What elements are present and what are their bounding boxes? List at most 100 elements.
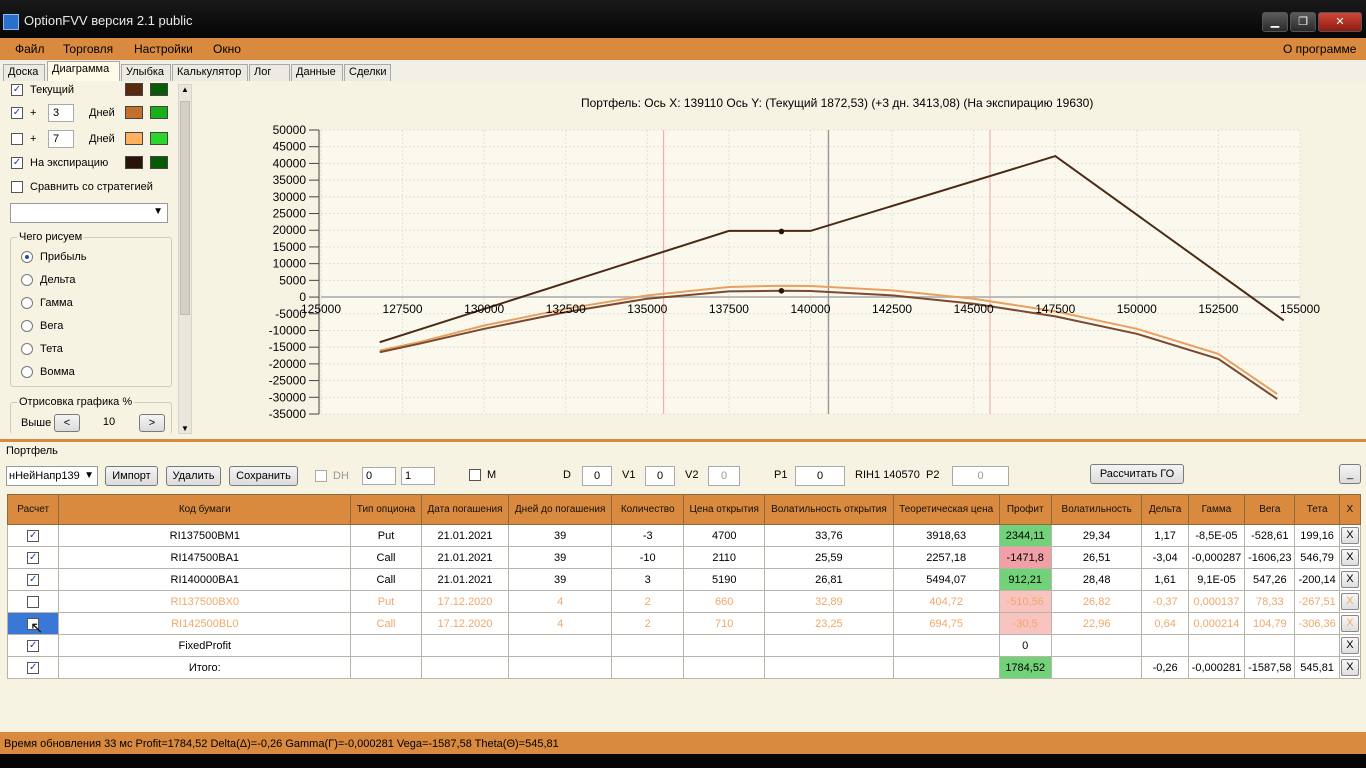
delete-row-button[interactable]: X (1340, 593, 1359, 610)
menu-about[interactable]: О программе (1283, 42, 1356, 56)
plus3-days-input[interactable]: 3 (48, 104, 74, 122)
tab-smile[interactable]: Улыбка (121, 64, 171, 81)
delete-row-button[interactable]: X (1340, 549, 1359, 566)
minimize-button[interactable]: ▁ (1262, 12, 1288, 32)
menu-file[interactable]: Файл (15, 42, 45, 56)
strategy-select[interactable]: ▼ (10, 203, 168, 223)
m-checkbox[interactable] (469, 469, 481, 481)
calc-margin-button[interactable]: Рассчитать ГО (1090, 464, 1184, 484)
column-header[interactable]: Расчет (6, 494, 60, 525)
spin2-input[interactable]: 1 (401, 467, 435, 485)
delete-row-button[interactable]: X (1340, 659, 1359, 676)
p1-input[interactable]: 0 (795, 466, 845, 486)
portfolio-select[interactable]: нНейНапр139 ▼ (6, 466, 98, 486)
dh-checkbox[interactable] (315, 470, 327, 482)
current-checkbox[interactable]: ✓ (11, 84, 23, 96)
d-input[interactable]: 0 (582, 466, 612, 486)
plus3-delta-color-swatch[interactable] (150, 106, 168, 119)
plus7-days-input[interactable]: 7 (48, 130, 74, 148)
row-calc-checkbox[interactable]: ✓ (27, 573, 40, 586)
table-row[interactable]: RI137500BX0 Put 17.12.2020 4 2 660 32,89 404,72… (6, 590, 1362, 613)
v1-input[interactable]: 0 (645, 466, 675, 486)
column-header[interactable]: Тета (1294, 494, 1340, 525)
delete-button[interactable]: Удалить (166, 466, 221, 486)
render-increase-button[interactable]: > (139, 414, 165, 432)
expiry-delta-color-swatch[interactable] (150, 156, 168, 169)
plus3-checkbox[interactable]: ✓ (11, 107, 23, 119)
delete-row-button[interactable]: X (1340, 637, 1359, 654)
scroll-down-icon[interactable]: ▼ (181, 424, 189, 433)
delete-row-button[interactable]: X (1340, 615, 1359, 632)
cell-delta (1141, 634, 1189, 657)
table-row[interactable]: ✓ Итого: 1784,52 -0,26 -0,000281 -1587,58 545,… (6, 656, 1362, 679)
column-header[interactable]: Дельта (1141, 494, 1189, 525)
cell-gamma: -0,000287 (1187, 546, 1246, 569)
plus3-color-swatch[interactable] (125, 106, 143, 119)
delete-row-button[interactable]: X (1340, 527, 1359, 544)
expiry-color-swatch[interactable] (125, 156, 143, 169)
radio-gamma[interactable] (21, 297, 33, 309)
tab-log[interactable]: Лог (249, 64, 290, 81)
plus7-checkbox[interactable] (11, 133, 23, 145)
tab-board[interactable]: Доска (3, 64, 45, 81)
table-row[interactable]: ✓ RI137500BM1 Put 21.01.2021 39 -3 4700 33,76 39… (6, 524, 1362, 547)
radio-delta[interactable] (21, 274, 33, 286)
column-header[interactable]: Профит (998, 494, 1052, 525)
settings-scrollbar[interactable]: ▲ ▼ (178, 84, 192, 434)
table-row[interactable]: RI142500BL0 Call 17.12.2020 4 2 710 23,25 694,7… (6, 612, 1362, 635)
radio-profit[interactable] (21, 251, 33, 263)
radio-vomma[interactable] (21, 366, 33, 378)
save-button[interactable]: Сохранить (229, 466, 298, 486)
column-header[interactable]: Количество (610, 494, 685, 525)
row-calc-checkbox[interactable]: ✓ (27, 529, 40, 542)
cell-code: Итого: (58, 656, 352, 679)
radio-vega[interactable] (21, 320, 33, 332)
tab-calculator[interactable]: Калькулятор (172, 64, 248, 81)
menu-trade[interactable]: Торговля (63, 42, 113, 56)
v2-input[interactable]: 0 (708, 466, 740, 486)
p2-input[interactable]: 0 (952, 466, 1009, 486)
plus7-color-swatch[interactable] (125, 132, 143, 145)
row-calc-checkbox[interactable]: ✓ (27, 661, 40, 674)
spin1-input[interactable]: 0 (362, 467, 396, 485)
plus7-delta-color-swatch[interactable] (150, 132, 168, 145)
scroll-up-icon[interactable]: ▲ (181, 85, 189, 94)
render-decrease-button[interactable]: < (54, 414, 80, 432)
collapse-button[interactable]: _ (1339, 464, 1361, 484)
render-value[interactable]: 10 (88, 414, 130, 432)
menu-settings[interactable]: Настройки (134, 42, 193, 56)
column-header[interactable]: Код бумаги (58, 494, 352, 525)
column-header[interactable]: Цена открытия (683, 494, 765, 525)
current-color-swatch[interactable] (125, 83, 143, 96)
column-header[interactable]: Гамма (1187, 494, 1246, 525)
tab-data[interactable]: Данные (291, 64, 343, 81)
current-delta-color-swatch[interactable] (150, 83, 168, 96)
row-calc-checkbox[interactable]: ✓ (27, 551, 40, 564)
y-tick-label: -15000 (269, 340, 307, 354)
import-button[interactable]: Импорт (105, 466, 158, 486)
compare-checkbox[interactable] (11, 181, 23, 193)
column-header[interactable]: X (1338, 494, 1362, 525)
column-header[interactable]: Волатильность (1050, 494, 1143, 525)
row-calc-checkbox[interactable]: ✓ (27, 639, 40, 652)
cell-type (350, 634, 422, 657)
column-header[interactable]: Дней до погашения (508, 494, 612, 525)
column-header[interactable]: Тип опциона (350, 494, 422, 525)
table-row[interactable]: ✓ FixedProfit 0 X (6, 634, 1362, 657)
column-header[interactable]: Дата погашения (420, 494, 510, 525)
table-row[interactable]: ✓ RI140000BA1 Call 21.01.2021 39 3 5190 26,81 54… (6, 568, 1362, 591)
table-row[interactable]: ✓ RI147500BA1 Call 21.01.2021 39 -10 2110 25,59… (6, 546, 1362, 569)
column-header[interactable]: Вега (1244, 494, 1296, 525)
delete-row-button[interactable]: X (1340, 571, 1359, 588)
expiry-checkbox[interactable]: ✓ (11, 157, 23, 169)
tab-deals[interactable]: Сделки (344, 64, 391, 81)
menu-window[interactable]: Окно (213, 42, 241, 56)
row-calc-checkbox[interactable] (27, 595, 40, 608)
maximize-button[interactable]: ❐ (1290, 12, 1316, 32)
tab-diagram[interactable]: Диаграмма (47, 61, 120, 81)
column-header[interactable]: Теоретическая цена (892, 494, 1000, 525)
radio-theta[interactable] (21, 343, 33, 355)
close-button[interactable]: ✕ (1318, 12, 1362, 32)
scrollbar-thumb[interactable] (180, 101, 190, 315)
column-header[interactable]: Волатильность открытия (763, 494, 894, 525)
